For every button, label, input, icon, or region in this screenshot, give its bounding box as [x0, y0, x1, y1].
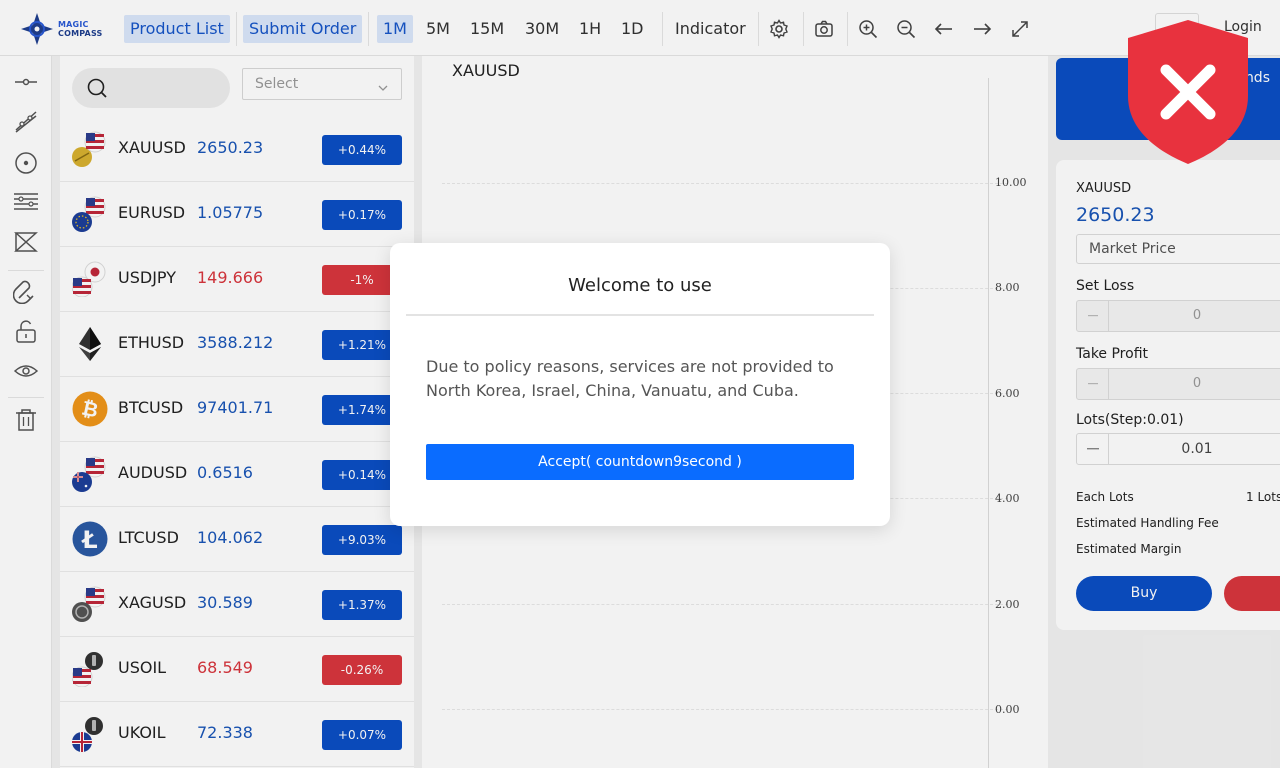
divider	[406, 314, 874, 316]
dialog-message: Due to policy reasons, services are not …	[426, 357, 834, 400]
accept-button[interactable]: Accept( countdown9second )	[426, 444, 854, 480]
welcome-dialog: Welcome to use Due to policy reasons, se…	[390, 243, 890, 526]
dialog-title: Welcome to use	[568, 275, 712, 296]
security-warning-shield-icon	[1124, 18, 1252, 166]
